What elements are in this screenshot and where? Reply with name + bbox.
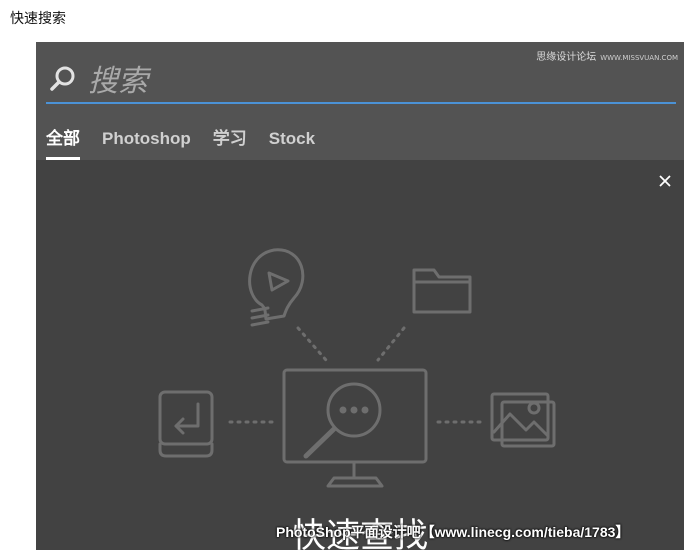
tab-photoshop[interactable]: Photoshop xyxy=(102,124,191,160)
image-stack-icon xyxy=(490,392,556,448)
search-bar xyxy=(46,60,676,104)
tab-stock[interactable]: Stock xyxy=(269,124,315,160)
watermark-bottom: PhotoShop平面设计吧【www.linecg.com/tieba/1783… xyxy=(276,524,630,540)
tab-all[interactable]: 全部 xyxy=(46,124,80,160)
tab-learn[interactable]: 学习 xyxy=(213,124,247,160)
empty-state-illustration xyxy=(158,248,556,488)
folder-icon xyxy=(412,268,472,314)
lightbulb-play-icon xyxy=(248,248,305,327)
return-key-icon xyxy=(158,390,214,458)
close-button[interactable] xyxy=(654,170,676,192)
quick-search-panel: 思缘设计论坛 WWW.MISSVUAN.COM 全部 Photoshop 学习 … xyxy=(36,42,684,556)
monitor-search-icon xyxy=(282,368,428,488)
close-icon xyxy=(659,175,671,187)
search-input[interactable] xyxy=(88,61,608,101)
search-icon xyxy=(46,64,78,98)
page-caption: 快速搜索 xyxy=(10,11,66,27)
tab-bar: 全部 Photoshop 学习 Stock xyxy=(46,124,315,160)
results-area: 快速查找 PhotoShop平面设计吧【www.linecg.com/tieba… xyxy=(36,160,684,556)
